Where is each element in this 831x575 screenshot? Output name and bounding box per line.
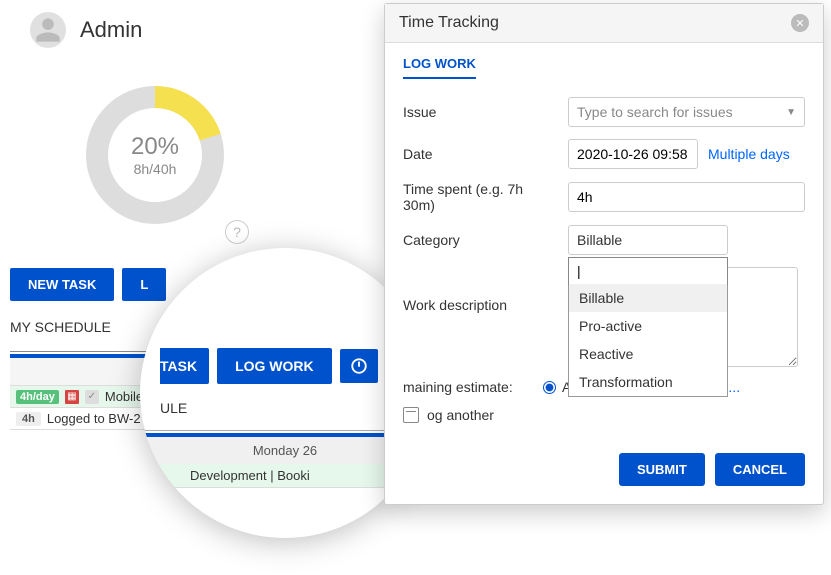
tab-log-work[interactable]: LOG WORK xyxy=(403,56,476,79)
chevron-down-icon: ▼ xyxy=(786,107,796,118)
progress-hours: 8h/40h xyxy=(131,161,179,177)
time-tracking-dialog: Time Tracking ✕ LOG WORK Issue Type to s… xyxy=(384,3,824,505)
category-option[interactable]: Transformation xyxy=(569,368,727,396)
multiple-days-link[interactable]: Multiple days xyxy=(708,146,790,162)
avatar xyxy=(30,12,66,48)
dialog-header: Time Tracking ✕ xyxy=(385,4,823,43)
calendar-icon xyxy=(403,407,419,423)
adjust-auto-radio[interactable] xyxy=(543,381,556,394)
new-task-button[interactable]: NEW TASK xyxy=(10,268,114,301)
close-icon[interactable]: ✕ xyxy=(791,14,809,32)
log-work-button-zoom[interactable]: LOG WORK xyxy=(217,348,332,384)
check-icon: ✓ xyxy=(85,390,99,404)
calendar-icon: ▦ xyxy=(65,390,79,404)
time-spent-input[interactable] xyxy=(568,182,805,212)
cancel-button[interactable]: CANCEL xyxy=(715,453,805,486)
date-label: Date xyxy=(403,146,558,162)
log-another-label: og another xyxy=(427,407,494,423)
person-icon xyxy=(34,16,62,44)
category-label: Category xyxy=(403,232,558,248)
category-option[interactable]: Reactive xyxy=(569,340,727,368)
date-input[interactable] xyxy=(568,139,698,169)
timer-button[interactable] xyxy=(340,349,378,383)
category-select[interactable]: Billable xyxy=(568,225,728,255)
page-title: Admin xyxy=(80,17,142,43)
category-dropdown: Billable Pro-active Reactive Transformat… xyxy=(568,257,728,397)
hours-badge: 4h/day xyxy=(16,390,59,404)
time-spent-label: Time spent (e.g. 7h 30m) xyxy=(403,181,558,213)
timer-icon xyxy=(350,357,368,375)
log-text: Logged to BW-2 xyxy=(47,411,141,426)
dialog-title: Time Tracking xyxy=(399,14,499,32)
issue-select[interactable]: Type to search for issues ▼ xyxy=(568,97,805,127)
task-button-zoom[interactable]: TASK xyxy=(160,348,209,384)
category-option[interactable]: Billable xyxy=(569,284,727,312)
progress-percent: 20% xyxy=(131,133,179,161)
remaining-estimate-label: maining estimate: xyxy=(403,379,533,395)
work-desc-label: Work description xyxy=(403,267,558,313)
progress-donut: 20% 8h/40h xyxy=(80,80,230,230)
submit-button[interactable]: SUBMIT xyxy=(619,453,705,486)
dialog-footer: SUBMIT CANCEL xyxy=(385,443,823,504)
category-option[interactable]: Pro-active xyxy=(569,312,727,340)
help-icon[interactable]: ? xyxy=(225,220,249,244)
issue-label: Issue xyxy=(403,104,558,120)
hours-badge: 4h xyxy=(16,412,41,426)
category-search-input[interactable] xyxy=(569,258,727,284)
